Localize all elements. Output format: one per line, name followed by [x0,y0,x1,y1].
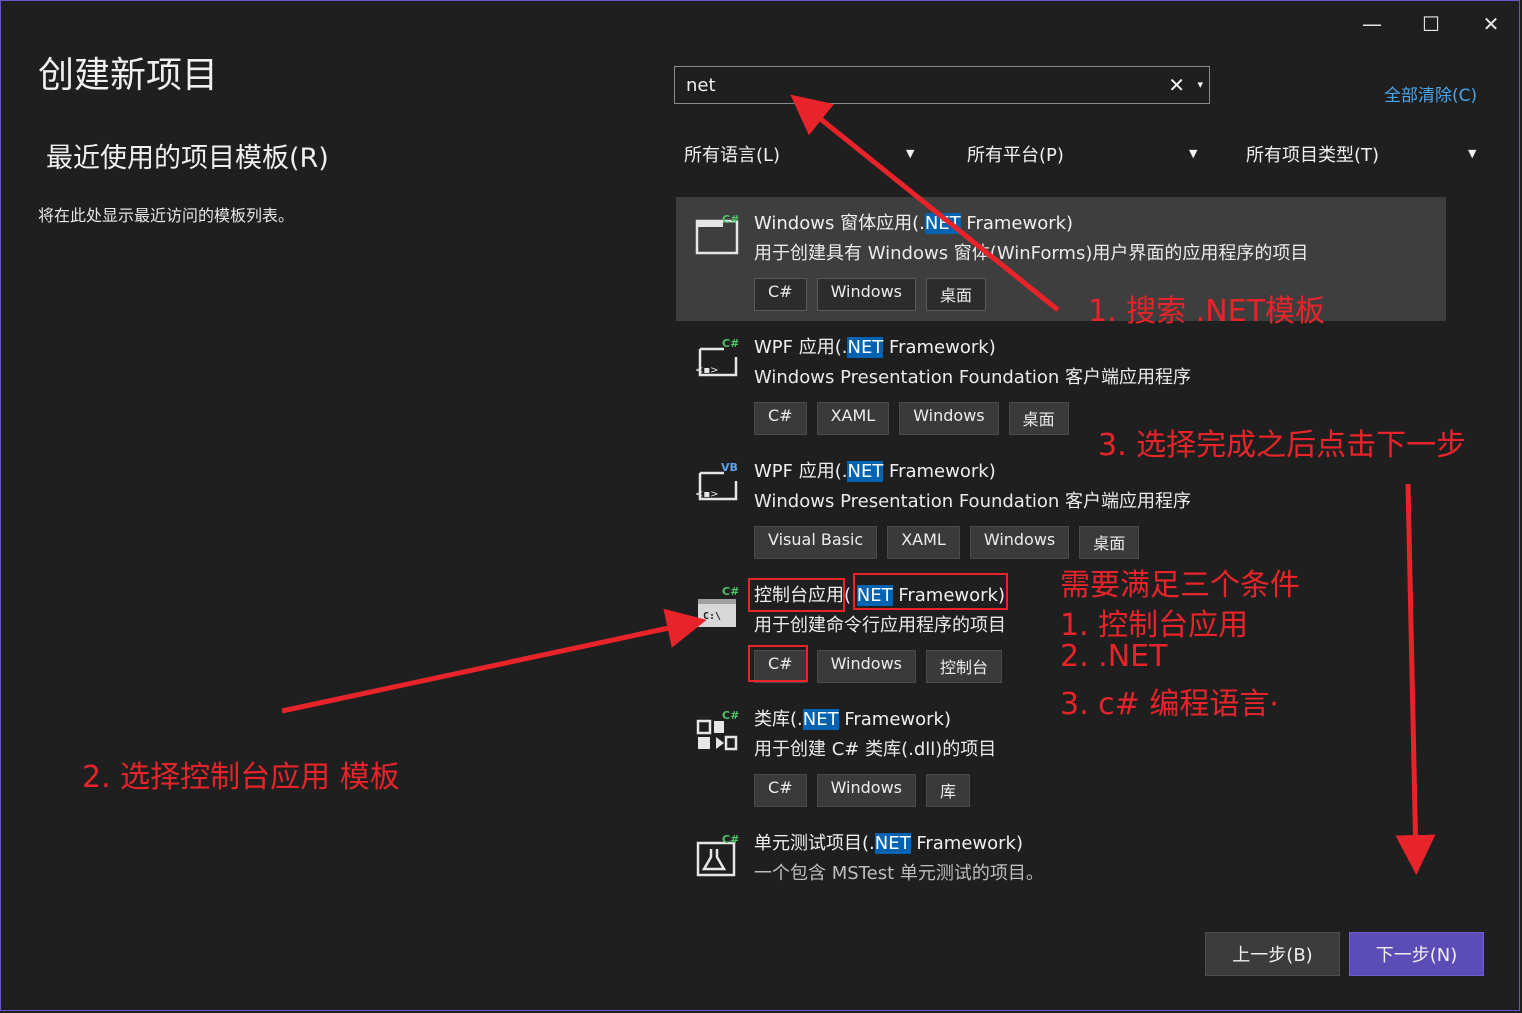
annotation-condition-1: 1. 控制台应用 [1060,608,1249,643]
arrow-to-next [1395,483,1436,875]
arrow-to-search [790,94,1060,312]
annotation-step3: 3. 选择完成之后点击下一步 [1098,428,1467,463]
annotation-condition-3: 3. c# 编程语言· [1060,687,1279,722]
annotation-step1: 1. 搜索 .NET模板 [1088,294,1325,329]
annotation-step2: 2. 选择控制台应用 模板 [82,760,400,795]
annotation-arrows [281,94,1436,875]
annotation-condition-2: 2. .NET [1060,639,1168,674]
annotation-conditions-title: 需要满足三个条件 [1060,568,1300,603]
arrow-to-console [281,608,707,714]
